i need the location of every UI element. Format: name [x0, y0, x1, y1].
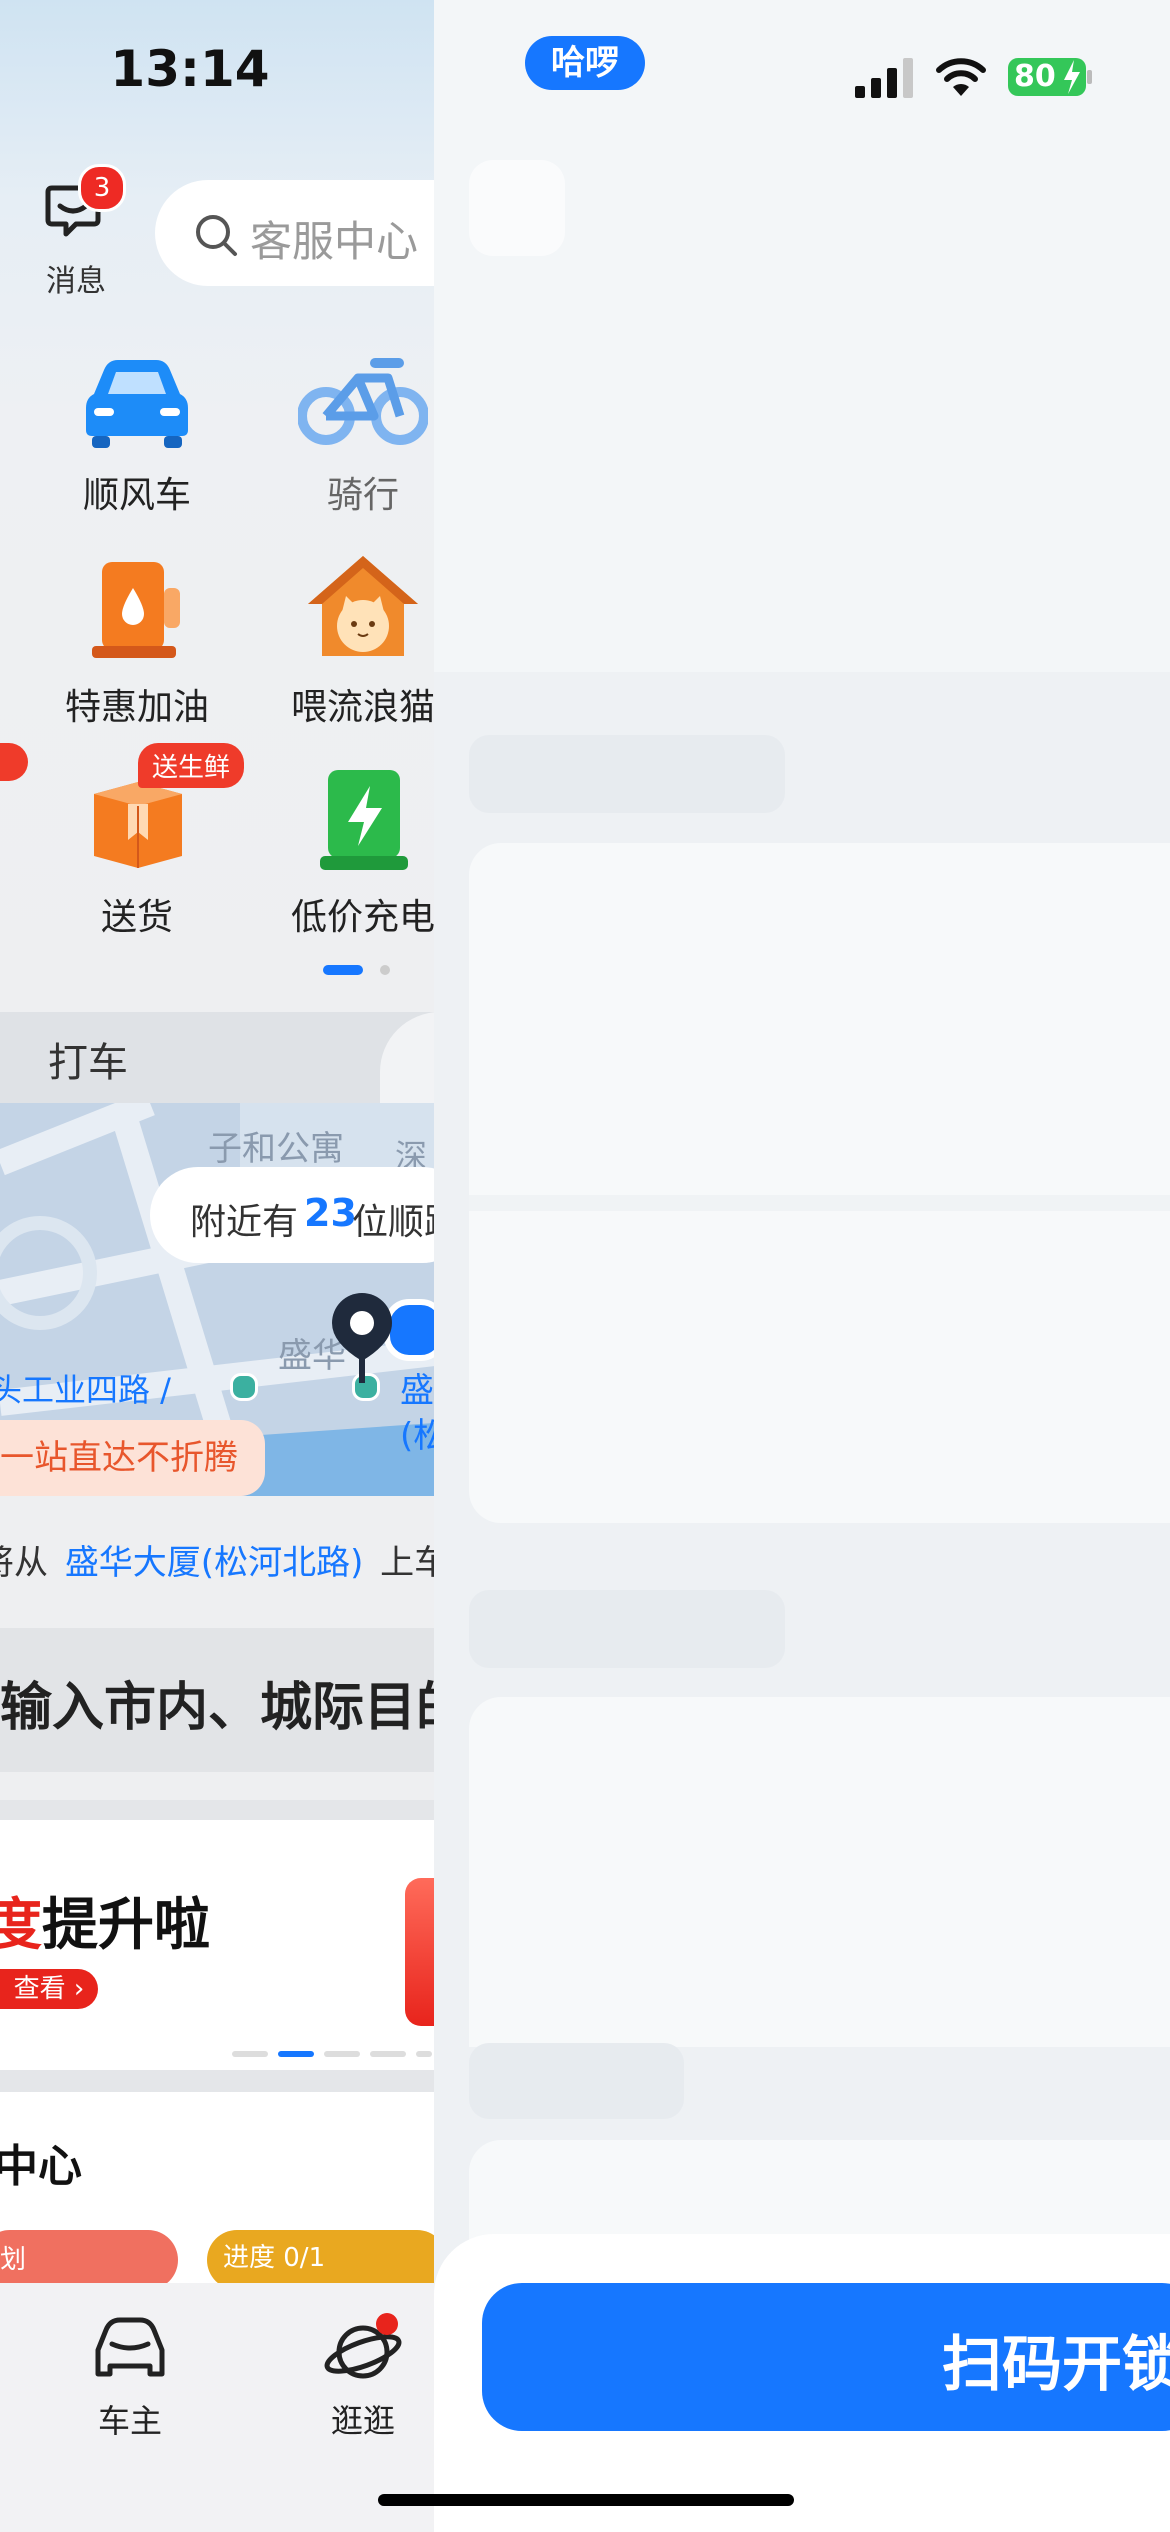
search-placeholder: 客服中心	[250, 217, 419, 266]
background-app: 13:14 3 消息 客服中心 顺风车 骑行 特惠加油 喂流浪猫 送货 送生鲜 …	[0, 0, 434, 2532]
car-outline-icon	[95, 2317, 165, 2377]
search-icon	[196, 215, 237, 256]
pickup-text: 将从 盛华大厦(松河北路) 上车	[0, 1535, 434, 1584]
pickup-place[interactable]: 盛华大厦(松河北路)	[65, 1543, 364, 1583]
service-tag: 送生鲜	[138, 743, 245, 788]
nearby-count: 23	[304, 1191, 357, 1235]
banner-view-button[interactable]: 查看 ›	[0, 1969, 98, 2009]
battery-cap	[1087, 70, 1092, 84]
skeleton-card	[469, 1697, 1170, 2047]
service-label: 顺风车	[82, 475, 191, 516]
service-charging[interactable]: 低价充电	[248, 760, 434, 940]
banner-image	[405, 1878, 434, 2026]
chevron-right-icon: ›	[65, 1974, 85, 2004]
scan-unlock-label: 扫码开锁	[942, 2330, 1170, 2400]
task-card-progress[interactable]: 进度 0/1	[207, 2230, 434, 2290]
skeleton-avatar	[469, 160, 565, 256]
status-time: 13:14	[110, 40, 270, 98]
banner-indicator	[232, 2051, 432, 2057]
nav-label: 车主	[97, 2402, 162, 2440]
map-dot	[230, 1373, 258, 1401]
service-bike[interactable]: 骑行	[248, 340, 434, 520]
map-poi-label: 子和公寓	[208, 1129, 344, 1169]
car-icon	[86, 360, 188, 448]
banner-view-label: 查看	[13, 1974, 66, 2004]
task-card-left-label: 划	[0, 2245, 27, 2275]
skeleton-line	[469, 735, 785, 813]
nearby-prefix: 附近有	[190, 1202, 299, 1243]
signal-icon	[855, 58, 913, 98]
wifi-icon	[936, 58, 986, 96]
battery-level: 80	[1014, 59, 1056, 94]
fuel-icon	[92, 562, 180, 658]
divider	[0, 2070, 434, 2092]
message-label: 消息	[46, 264, 106, 299]
skeleton-header	[434, 0, 1170, 672]
overlay-panel	[434, 0, 1170, 2532]
tab-taxi[interactable]: 打车	[48, 1030, 128, 1088]
pickup-prefix: 将从	[0, 1543, 48, 1583]
service-label: 低价充电	[290, 897, 434, 938]
home-indicator	[378, 2494, 794, 2506]
banner-title-red: 度	[0, 1893, 42, 1958]
page-indicator-dot	[380, 965, 390, 975]
cat-house-icon	[308, 556, 418, 656]
task-card-left[interactable]: 划	[0, 2230, 178, 2290]
bike-icon	[298, 358, 428, 445]
page-indicator	[323, 965, 363, 975]
banner-title: 度提升啦	[0, 1880, 210, 1961]
service-label: 送货	[100, 897, 173, 938]
map-road-label: 头工业四路 /	[0, 1371, 171, 1409]
nearby-suffix: 位顺路	[352, 1202, 434, 1243]
planet-icon	[324, 2313, 402, 2379]
pickup-suffix: 上车	[380, 1543, 434, 1583]
nearby-bubble: 附近有 23 位顺路	[150, 1167, 434, 1263]
section-title: 中心	[0, 2141, 82, 2192]
charging-icon	[320, 770, 408, 870]
banner-title-text: 提升啦	[42, 1893, 210, 1958]
service-label: 喂流浪猫	[290, 687, 434, 728]
nav-explore[interactable]: 逛逛	[293, 2310, 433, 2450]
skeleton-line	[469, 2043, 684, 2119]
progress-label: 进度 0/1	[223, 2243, 326, 2273]
service-fuel[interactable]: 特惠加油	[22, 550, 252, 730]
skeleton-card-split	[469, 1195, 1170, 1211]
promo-pill: 一站直达不折腾	[0, 1420, 265, 1496]
charging-bolt-icon	[1064, 60, 1080, 94]
nav-label: 逛逛	[330, 2402, 395, 2440]
location-name: 盛	[400, 1371, 434, 1411]
divider	[0, 1800, 434, 1822]
destination-placeholder: 输入市内、城际目的	[0, 1678, 434, 1738]
app-pill[interactable]: 哈啰	[525, 36, 645, 90]
nav-car-owner[interactable]: 车主	[60, 2310, 200, 2450]
service-carpool[interactable]: 顺风车	[22, 340, 252, 520]
skeleton-card	[469, 843, 1170, 1523]
location-name-paren: (松	[400, 1416, 434, 1456]
service-label: 特惠加油	[64, 687, 209, 728]
service-label: 骑行	[326, 475, 399, 516]
pickup-pin-icon	[332, 1293, 392, 1383]
skeleton-line	[469, 1590, 785, 1668]
message-badge: 3	[78, 164, 126, 212]
service-cat[interactable]: 喂流浪猫	[248, 550, 434, 730]
